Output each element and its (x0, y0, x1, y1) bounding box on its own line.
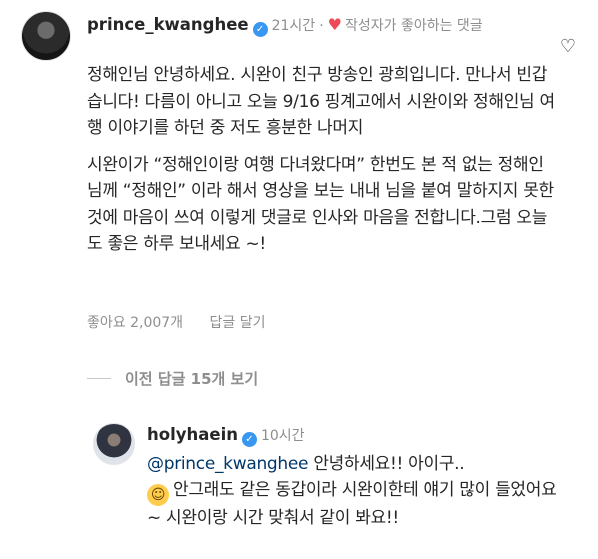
mention-link[interactable]: @prince_kwanghee (147, 454, 309, 474)
view-previous-replies-label: 이전 답글 15개 보기 (125, 370, 259, 388)
reply-button[interactable]: 답글 달기 (210, 315, 266, 331)
username-link[interactable]: prince_kwanghee (87, 15, 249, 34)
sweat-smile-emoji-icon: ☺ (147, 483, 169, 506)
timestamp[interactable]: 10시간 (261, 428, 305, 444)
reply-text-segment: 안녕하세요!! 아이구.. (308, 454, 465, 474)
comment-paragraph: 시완이가 “정해인이랑 여행 다녀왔다며” 한번도 본 적 없는 정해인님께 “… (87, 154, 554, 255)
reply-text: @prince_kwanghee 안녕하세요!! 아이구.. ☺ 안그래도 같은 … (147, 452, 567, 531)
comment-text: 정해인님 안녕하세요. 시완이 친구 방송인 광희입니다. 만나서 빈갑습니다!… (87, 62, 557, 268)
comment-paragraph: 정해인님 안녕하세요. 시완이 친구 방송인 광희입니다. 만나서 빈갑습니다!… (87, 65, 555, 138)
comment-meta: 좋아요 2,007개 답글 달기 (87, 312, 288, 332)
timestamp[interactable]: 21시간 (272, 18, 316, 34)
likes-count[interactable]: 좋아요 2,007개 (87, 315, 183, 331)
avatar[interactable] (93, 423, 135, 465)
avatar[interactable] (21, 11, 71, 61)
like-comment-heart-icon[interactable]: ♡ (560, 36, 576, 57)
creator-liked-heart-icon: ♥ (327, 15, 342, 34)
reply-text-segment: 안그래도 같은 동갑이라 시완이한테 얘기 많이 들었어요~ 시완이랑 시간 맞… (147, 479, 557, 528)
liked-by-creator-label: 작성자가 좋아하는 댓글 (344, 18, 483, 34)
verified-badge-icon: ✓ (241, 432, 257, 447)
view-previous-replies-button[interactable]: 이전 답글 15개 보기 (87, 368, 258, 389)
comment-header: prince_kwanghee ✓ 21시간 · ♥ 작성자가 좋아하는 댓글 (87, 14, 527, 37)
username-link[interactable]: holyhaein (147, 425, 238, 444)
reply-header: holyhaein ✓ 10시간 (147, 424, 305, 447)
verified-badge-icon: ✓ (252, 22, 268, 37)
divider-line (87, 378, 111, 379)
separator-dot: · (319, 18, 324, 34)
